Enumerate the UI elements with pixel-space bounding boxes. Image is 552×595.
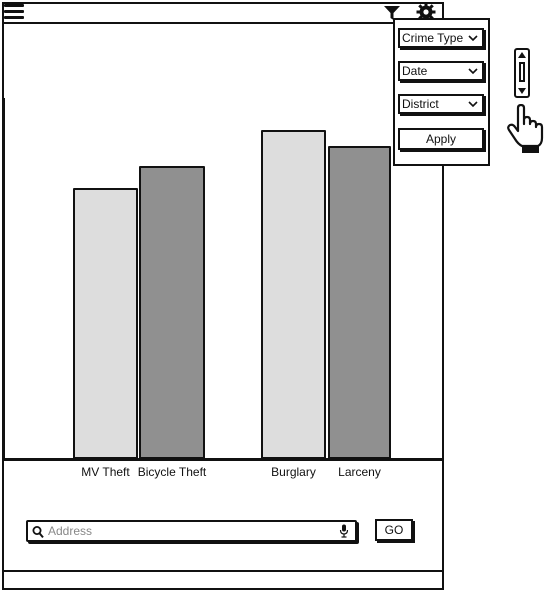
scroll-up-arrow-icon[interactable] [518, 52, 526, 58]
chevron-down-icon [468, 101, 478, 108]
bottom-bar-divider [2, 570, 444, 572]
crime-type-label: Crime Type [402, 31, 464, 45]
bar-label-bicycle-theft: Bicycle Theft [137, 465, 207, 479]
address-input[interactable] [48, 523, 338, 539]
date-label: Date [402, 64, 428, 78]
chevron-down-icon [468, 35, 478, 42]
scrollbar[interactable] [514, 48, 530, 98]
district-dropdown[interactable]: District [398, 94, 484, 114]
bar-label-mv-theft: MV Theft [81, 465, 130, 479]
chevron-down-icon [468, 68, 478, 75]
scroll-down-arrow-icon[interactable] [518, 88, 526, 94]
go-button[interactable]: GO [375, 519, 413, 541]
apply-button[interactable]: Apply [398, 128, 484, 150]
bar-larceny [328, 146, 391, 459]
hamburger-icon[interactable] [4, 4, 24, 20]
bar-label-larceny: Larceny [338, 465, 381, 479]
filter-panel: Crime Type Date District Apply [393, 18, 490, 166]
microphone-icon[interactable] [339, 524, 349, 538]
bar-label-burglary: Burglary [271, 465, 316, 479]
search-icon [32, 526, 44, 539]
bar-mv-theft [73, 188, 138, 459]
bar-burglary [261, 130, 326, 459]
district-label: District [402, 97, 439, 111]
date-dropdown[interactable]: Date [398, 61, 484, 81]
bar-bicycle-theft [139, 166, 205, 459]
chart-y-axis [2, 98, 5, 458]
address-search-box[interactable] [26, 520, 357, 542]
crime-type-dropdown[interactable]: Crime Type [398, 28, 484, 48]
top-bar-divider [2, 22, 444, 24]
scrollbar-thumb[interactable] [519, 62, 525, 82]
pointer-hand-icon [507, 104, 544, 153]
